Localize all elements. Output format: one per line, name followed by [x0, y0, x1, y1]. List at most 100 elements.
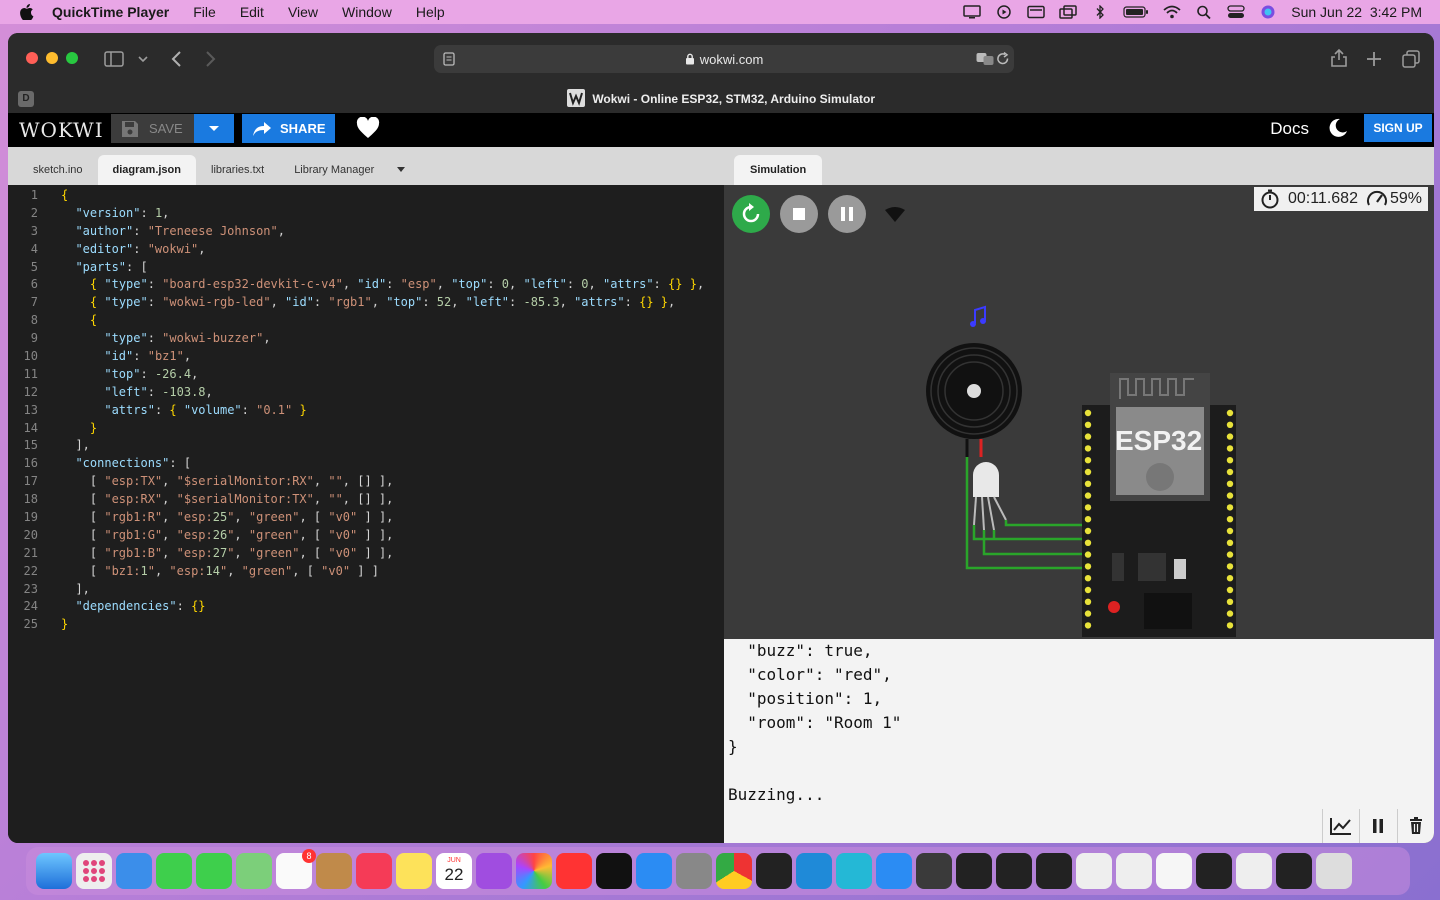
save-dropdown-button[interactable]	[194, 114, 234, 143]
bluetooth-icon[interactable]	[1091, 5, 1109, 19]
esp32-pin[interactable]	[1226, 516, 1234, 523]
play-circle-icon[interactable]	[995, 5, 1013, 19]
code-line[interactable]: 25}	[8, 616, 724, 634]
code-line[interactable]: 13 "attrs": { "volume": "0.1" }	[8, 402, 724, 420]
esp32-pin[interactable]	[1226, 575, 1234, 582]
wokwi-logo[interactable]: WOKWI	[19, 118, 104, 142]
siri-icon[interactable]	[1259, 5, 1277, 19]
code-line[interactable]: 7 { "type": "wokwi-rgb-led", "id": "rgb1…	[8, 294, 724, 312]
menu-window[interactable]: Window	[342, 4, 392, 20]
code-line[interactable]: 15 ],	[8, 437, 724, 455]
code-line[interactable]: 17 [ "esp:TX", "$serialMonitor:RX", "", …	[8, 473, 724, 491]
app-menu-name[interactable]: QuickTime Player	[52, 4, 169, 20]
podcasts-icon[interactable]	[476, 853, 512, 889]
plotter-button[interactable]	[1322, 809, 1359, 843]
code-line[interactable]: 9 "type": "wokwi-buzzer",	[8, 330, 724, 348]
esp32-pin[interactable]	[1226, 468, 1234, 476]
reader-icon[interactable]	[443, 52, 455, 66]
esp32-pin[interactable]	[1226, 445, 1234, 452]
recent-window-thumbnail[interactable]	[1196, 853, 1232, 889]
esp32-pin[interactable]	[1084, 622, 1092, 629]
recent-window-thumbnail[interactable]	[1156, 853, 1192, 889]
vscode-icon[interactable]	[796, 853, 832, 889]
esp32-pin[interactable]	[1226, 492, 1234, 499]
address-bar[interactable]: wokwi.com	[434, 45, 1014, 73]
recent-window-thumbnail[interactable]	[1276, 853, 1312, 889]
code-line[interactable]: 2 "version": 1,	[8, 205, 724, 223]
apple-icon[interactable]	[20, 4, 34, 20]
control-center-icon[interactable]	[1227, 5, 1245, 19]
esp32-pin[interactable]	[1084, 539, 1092, 546]
esp32-pin[interactable]	[1084, 457, 1092, 464]
esp32-pin[interactable]	[1084, 563, 1092, 570]
recent-window-thumbnail[interactable]	[956, 853, 992, 889]
messages-icon[interactable]	[156, 853, 192, 889]
safari-icon[interactable]	[876, 853, 912, 889]
esp32-pin[interactable]	[1226, 598, 1234, 605]
tab-title[interactable]: Wokwi - Online ESP32, STM32, Arduino Sim…	[8, 89, 1434, 107]
esp32-pin[interactable]	[1226, 433, 1234, 440]
esp32-pin[interactable]	[1084, 575, 1092, 582]
code-line[interactable]: 3 "author": "Treneese Johnson",	[8, 223, 724, 241]
tab-simulation[interactable]: Simulation	[734, 155, 823, 185]
recent-window-thumbnail[interactable]	[1236, 853, 1272, 889]
menu-help[interactable]: Help	[416, 4, 445, 20]
esp32-pin[interactable]	[1084, 551, 1092, 558]
save-button[interactable]: SAVE	[111, 114, 194, 143]
rgb-led-component[interactable]	[973, 462, 1007, 531]
chrome-icon[interactable]	[716, 853, 752, 889]
recent-window-thumbnail[interactable]	[996, 853, 1032, 889]
close-window-button[interactable]	[26, 52, 38, 64]
quicktime-icon[interactable]	[916, 853, 952, 889]
code-area[interactable]: 1{2 "version": 1, 3 "author": "Treneese J…	[8, 185, 724, 634]
esp32-pin[interactable]	[1226, 622, 1234, 629]
display-icon[interactable]	[963, 5, 981, 19]
photos-icon[interactable]	[516, 853, 552, 889]
share-icon[interactable]	[1330, 48, 1348, 68]
tab-libraries-txt[interactable]: libraries.txt	[196, 155, 279, 185]
calendar-icon[interactable]: JUN 22	[436, 853, 472, 889]
recent-window-thumbnail[interactable]	[1076, 853, 1112, 889]
url-text[interactable]: wokwi.com	[700, 52, 764, 67]
esp32-pin[interactable]	[1084, 598, 1092, 605]
dark-mode-icon[interactable]	[1328, 118, 1348, 138]
finder-icon[interactable]	[36, 853, 72, 889]
serial-pause-button[interactable]	[1359, 809, 1396, 843]
code-line[interactable]: 16 "connections": [	[8, 455, 724, 473]
music-icon[interactable]	[356, 853, 392, 889]
code-line[interactable]: 8 {	[8, 312, 724, 330]
code-line[interactable]: 5 "parts": [	[8, 259, 724, 277]
terminal-icon[interactable]	[756, 853, 792, 889]
notes-icon[interactable]	[396, 853, 432, 889]
recent-window-thumbnail[interactable]	[1116, 853, 1152, 889]
system-settings-icon[interactable]	[676, 853, 712, 889]
code-line[interactable]: 12 "left": -103.8,	[8, 384, 724, 402]
window-stack-icon[interactable]	[1059, 5, 1077, 19]
code-line[interactable]: 22 [ "bz1:1", "esp:14", "green", [ "v0" …	[8, 563, 724, 581]
esp32-pin[interactable]	[1084, 527, 1092, 535]
translate-icon[interactable]	[976, 52, 994, 66]
esp32-pin[interactable]	[1084, 504, 1092, 511]
app-store-icon[interactable]	[636, 853, 672, 889]
caret-down-icon[interactable]	[396, 167, 406, 173]
esp32-pin[interactable]	[1226, 551, 1234, 558]
contacts-icon[interactable]	[316, 853, 352, 889]
serial-monitor[interactable]: "buzz": true, "color": "red", "position"…	[724, 639, 1434, 843]
heart-icon[interactable]	[356, 117, 380, 139]
maps-icon[interactable]	[236, 853, 272, 889]
tab-library-manager[interactable]: Library Manager	[279, 155, 421, 185]
tab-sketch-ino[interactable]: sketch.ino	[18, 155, 98, 185]
minimize-window-button[interactable]	[46, 52, 58, 64]
share-button[interactable]: SHARE	[242, 114, 335, 143]
reminders-icon[interactable]: 8	[276, 849, 316, 889]
news-icon[interactable]	[556, 853, 592, 889]
zoom-window-button[interactable]	[66, 52, 78, 64]
code-line[interactable]: 19 [ "rgb1:R", "esp:25", "green", [ "v0"…	[8, 509, 724, 527]
esp32-pin[interactable]	[1084, 516, 1092, 523]
esp32-pin[interactable]	[1226, 563, 1234, 570]
esp32-pin[interactable]	[1226, 586, 1234, 594]
clear-serial-button[interactable]	[1396, 809, 1434, 843]
code-line[interactable]: 11 "top": -26.4,	[8, 366, 724, 384]
code-line[interactable]: 1{	[8, 187, 724, 205]
trash-icon[interactable]	[1316, 853, 1352, 889]
